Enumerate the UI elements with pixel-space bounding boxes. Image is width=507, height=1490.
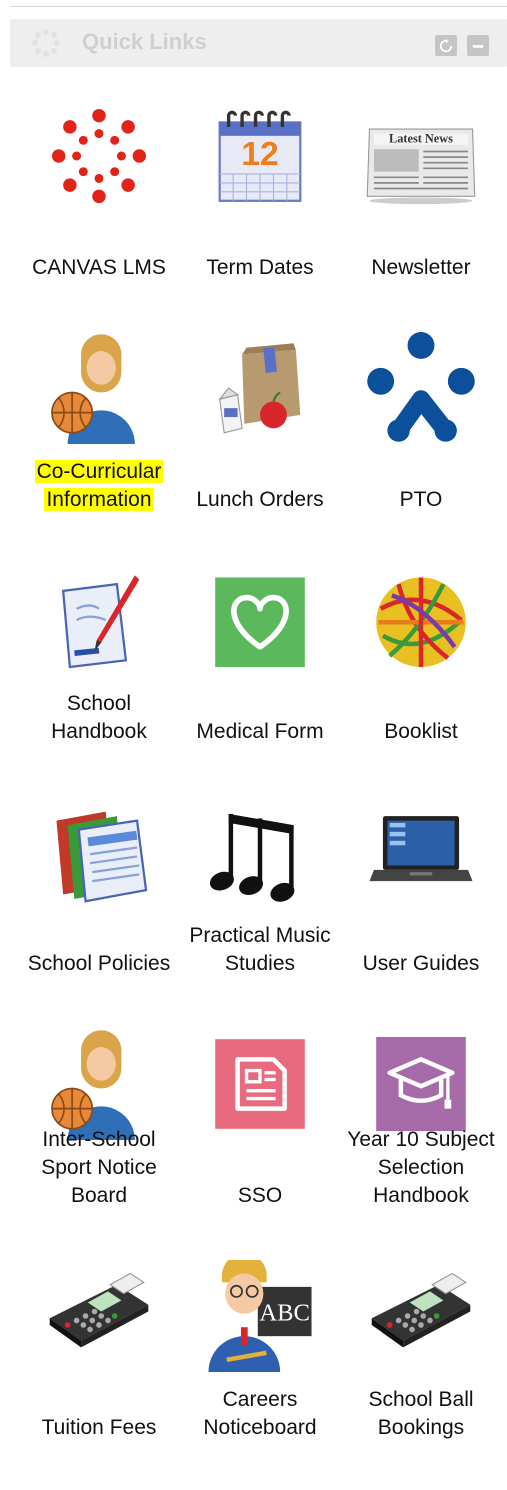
- quick-link-school-policies[interactable]: School Policies: [17, 788, 181, 1020]
- teacher-abc-icon: ABC: [204, 1260, 316, 1372]
- quick-link-user-guides[interactable]: User Guides: [339, 788, 503, 1020]
- quick-link-canvas-lms[interactable]: CANVAS LMS: [17, 92, 181, 324]
- newspaper-icon: Latest News: [365, 100, 477, 212]
- quick-link-sso[interactable]: SSO: [181, 1020, 339, 1252]
- student-basketball-icon: [43, 1028, 155, 1140]
- loading-spinner-icon: [32, 29, 60, 57]
- quick-link-lunch-orders[interactable]: Lunch Orders: [181, 324, 339, 556]
- highlighted-label: Co-Curricular Information: [34, 460, 164, 511]
- widget-title: Quick Links: [82, 29, 207, 54]
- pto-logo-icon: [365, 332, 477, 444]
- quick-links-grid: CANVAS LMS 12 Term Dates Latest News New…: [17, 92, 503, 1484]
- calendar-icon: 12: [204, 100, 316, 212]
- link-label: CANVAS LMS: [32, 256, 166, 279]
- heart-icon: [204, 564, 316, 676]
- payment-terminal-icon: [43, 1260, 155, 1372]
- link-label: Careers Noticeboard: [203, 1388, 317, 1439]
- link-label: Practical Music Studies: [189, 924, 331, 975]
- link-label: School Ball Bookings: [368, 1388, 474, 1439]
- quick-link-school-handbook[interactable]: School Handbook: [17, 556, 181, 788]
- quick-link-tuition-fees[interactable]: Tuition Fees: [17, 1252, 181, 1484]
- top-divider: [10, 6, 507, 7]
- quick-link-inter-school-sport-notice-board[interactable]: Inter-School Sport Notice Board: [17, 1020, 181, 1252]
- refresh-icon[interactable]: [435, 35, 457, 56]
- minimize-icon[interactable]: [467, 35, 489, 56]
- document-pen-icon: [43, 564, 155, 676]
- canvas-logo-icon: [43, 100, 155, 212]
- quick-link-year-10-subject-selection-handbook[interactable]: Year 10 Subject Selection Handbook: [339, 1020, 503, 1252]
- quick-links-header: Quick Links: [10, 19, 507, 67]
- link-label: Co-Curricular Information: [17, 458, 181, 514]
- link-label: SSO: [237, 1184, 283, 1207]
- link-label: User Guides: [362, 952, 480, 975]
- payment-terminal-icon: [365, 1260, 477, 1372]
- student-basketball-icon: [43, 332, 155, 444]
- link-label: PTO: [399, 488, 443, 511]
- link-label: Newsletter: [371, 256, 471, 279]
- quick-link-medical-form[interactable]: Medical Form: [181, 556, 339, 788]
- graduation-cap-icon: [365, 1028, 477, 1140]
- quick-link-newsletter[interactable]: Latest News Newsletter: [339, 92, 503, 324]
- link-label: Year 10 Subject Selection Handbook: [347, 1128, 495, 1207]
- quick-link-term-dates[interactable]: 12 Term Dates: [181, 92, 339, 324]
- lunch-bag-icon: [204, 332, 316, 444]
- quick-link-booklist[interactable]: Booklist: [339, 556, 503, 788]
- quick-link-school-ball-bookings[interactable]: School Ball Bookings: [339, 1252, 503, 1484]
- svg-text:Latest News: Latest News: [389, 132, 453, 146]
- music-notes-icon: [204, 796, 316, 908]
- quick-link-co-curricular-information[interactable]: Co-Curricular Information: [17, 324, 181, 556]
- folders-icon: [43, 796, 155, 908]
- svg-text:ABC: ABC: [259, 1299, 310, 1326]
- link-label: Term Dates: [206, 256, 314, 279]
- laptop-icon: [365, 796, 477, 908]
- link-label: Tuition Fees: [41, 1416, 157, 1439]
- quick-link-careers-noticeboard[interactable]: ABC Careers Noticeboard: [181, 1252, 339, 1484]
- quick-link-pto[interactable]: PTO: [339, 324, 503, 556]
- quick-link-practical-music-studies[interactable]: Practical Music Studies: [181, 788, 339, 1020]
- form-icon: [204, 1028, 316, 1140]
- link-label: School Handbook: [51, 692, 147, 743]
- link-label: Booklist: [384, 720, 458, 743]
- rubber-band-ball-icon: [365, 564, 477, 676]
- link-label: Medical Form: [196, 720, 324, 743]
- link-label: Lunch Orders: [196, 488, 324, 511]
- svg-text:12: 12: [241, 136, 278, 173]
- link-label: Inter-School Sport Notice Board: [41, 1128, 157, 1207]
- link-label: School Policies: [27, 952, 171, 975]
